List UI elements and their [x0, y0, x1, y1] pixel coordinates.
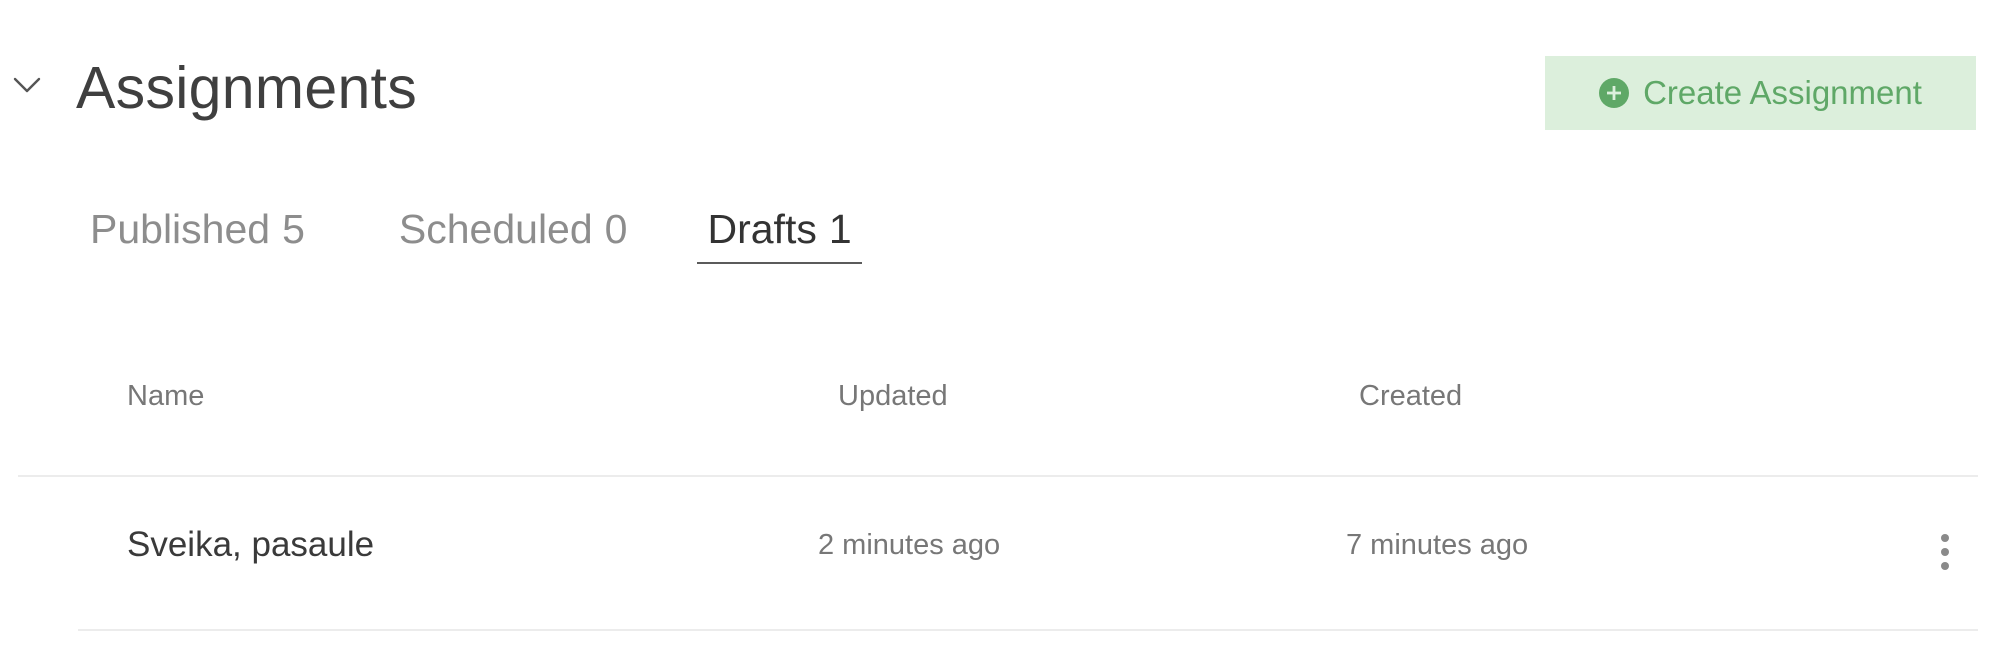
create-assignment-button[interactable]: Create Assignment	[1545, 56, 1976, 130]
row-divider	[78, 629, 1978, 631]
tab-count: 1	[828, 206, 852, 252]
tab-count: 5	[282, 206, 305, 252]
row-menu-button[interactable]	[1930, 527, 1960, 577]
column-header-updated[interactable]: Updated	[838, 380, 948, 413]
kebab-menu-icon	[1941, 534, 1949, 570]
create-assignment-label: Create Assignment	[1643, 74, 1922, 111]
chevron-down-icon	[13, 77, 41, 93]
tab-count: 0	[604, 206, 628, 252]
tab-published[interactable]: Published 5	[90, 200, 315, 258]
tab-label: Scheduled	[398, 206, 593, 252]
updated-time: 2 minutes ago	[818, 529, 1001, 561]
tab-label: Published	[90, 206, 271, 252]
created-time: 7 minutes ago	[1346, 529, 1529, 561]
tab-drafts[interactable]: Drafts 1	[697, 200, 862, 264]
column-header-name[interactable]: Name	[127, 380, 204, 413]
assignment-name[interactable]: Sveika, pasaule	[127, 525, 374, 565]
column-header-created[interactable]: Created	[1359, 380, 1462, 413]
plus-circle-icon	[1599, 78, 1630, 108]
tab-scheduled[interactable]: Scheduled 0	[389, 200, 638, 258]
assignments-page: Assignments Create Assignment Published 5…	[0, 0, 2008, 648]
collapse-toggle[interactable]	[12, 70, 42, 100]
assignment-tabs: Published 5 Scheduled 0 Drafts 1	[90, 200, 862, 264]
tab-label: Drafts	[707, 206, 817, 252]
page-title: Assignments	[76, 55, 418, 121]
table-row[interactable]: Sveika, pasaule 2 minutes ago 7 minutes …	[0, 477, 2008, 629]
